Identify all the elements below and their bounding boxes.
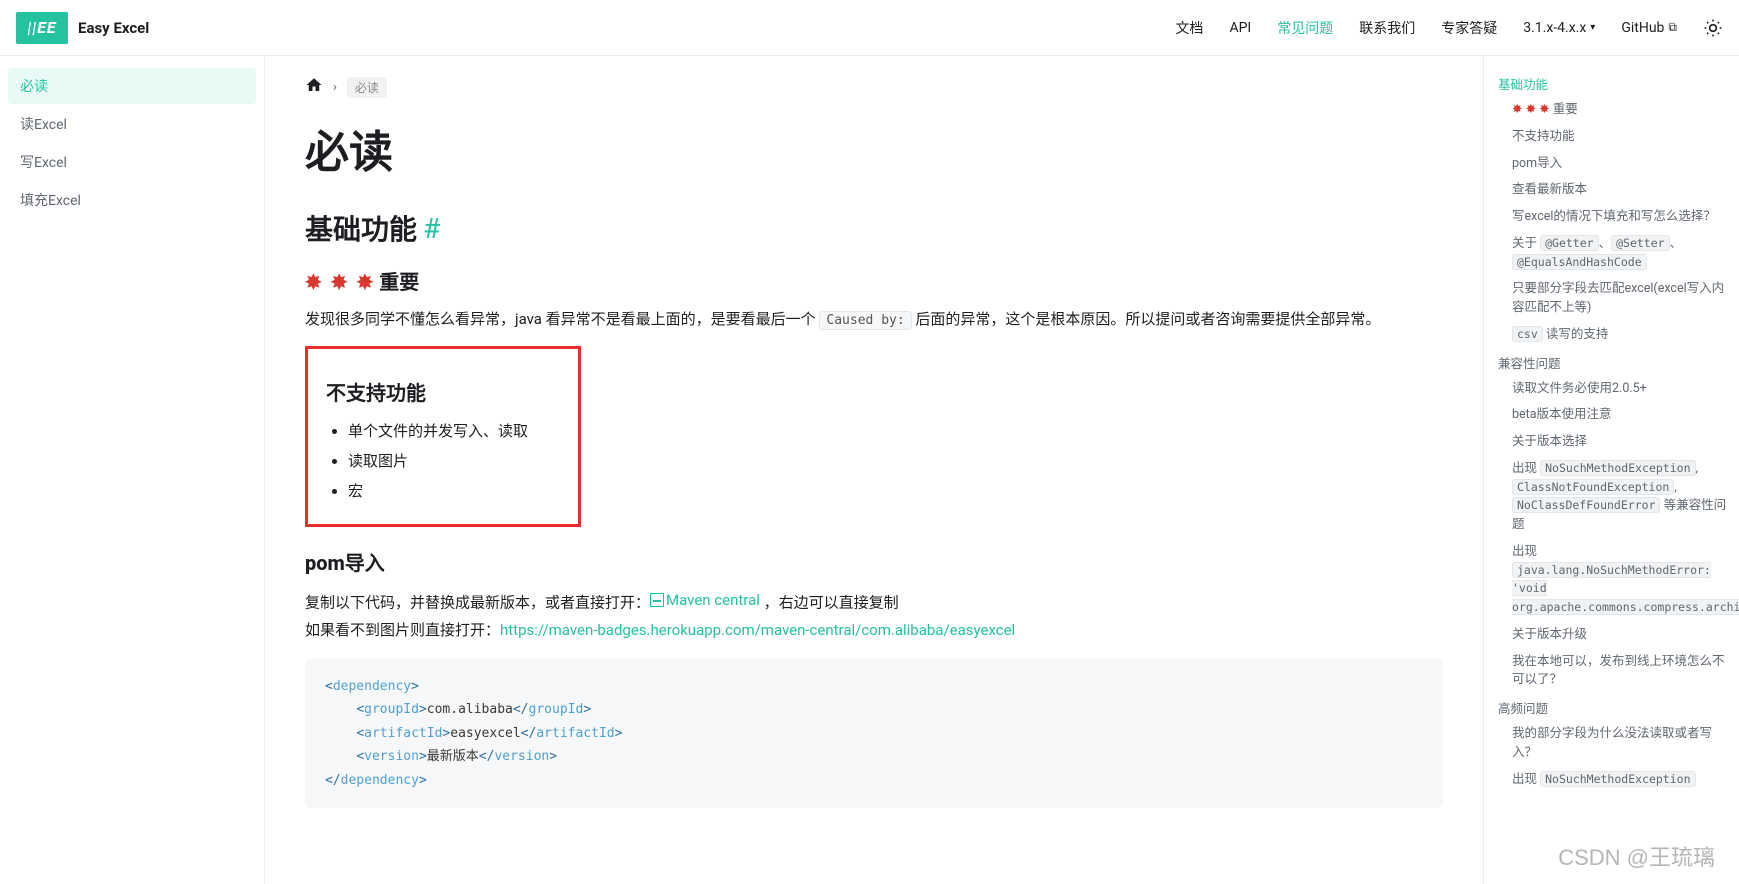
toc-heading[interactable]: 兼容性问题 bbox=[1498, 349, 1735, 376]
star-icons: ✸ ✸ ✸ bbox=[305, 270, 375, 294]
toc-item[interactable]: 出现 java.lang.NoSuchMethodError: 'void or… bbox=[1498, 539, 1735, 622]
navbar: ||EE Easy Excel 文档 API 常见问题 联系我们 专家答疑 3.… bbox=[0, 0, 1739, 56]
toc-item[interactable]: 写excel的情况下填充和写怎么选择？ bbox=[1498, 204, 1735, 231]
unsupported-list: 单个文件的并发写入、读取 读取图片 宏 bbox=[326, 416, 560, 506]
breadcrumb-sep: › bbox=[333, 80, 337, 95]
toc-item[interactable]: 出现 NoSuchMethodException, ClassNotFoundE… bbox=[1498, 456, 1735, 539]
nav-api[interactable]: API bbox=[1229, 20, 1251, 36]
toc-item[interactable]: 查看最新版本 bbox=[1498, 177, 1735, 204]
nav-version[interactable]: 3.1.x-4.x.x ▾ bbox=[1523, 20, 1595, 36]
toc-item[interactable]: pom导入 bbox=[1498, 151, 1735, 178]
home-icon[interactable] bbox=[305, 76, 323, 98]
sidebar-item-write[interactable]: 写Excel bbox=[8, 144, 256, 180]
brand[interactable]: ||EE Easy Excel bbox=[16, 12, 149, 44]
sidebar-item-fill[interactable]: 填充Excel bbox=[8, 182, 256, 218]
list-item: 读取图片 bbox=[348, 446, 560, 476]
code-caused-by: Caused by: bbox=[819, 311, 911, 330]
toc-item[interactable]: csv 读写的支持 bbox=[1498, 322, 1735, 349]
toc-item[interactable]: 不支持功能 bbox=[1498, 124, 1735, 151]
toc-item[interactable]: 读取文件务必使用2.0.5+ bbox=[1498, 376, 1735, 403]
para-pom-intro: 复制以下代码，并替换成最新版本，或者直接打开：Maven central ，右边… bbox=[305, 586, 1443, 645]
sidebar-item-required[interactable]: 必读 bbox=[8, 68, 256, 104]
maven-link[interactable]: https://maven-badges.herokuapp.com/maven… bbox=[500, 621, 1015, 639]
toc-item[interactable]: beta版本使用注意 bbox=[1498, 402, 1735, 429]
heading-unsupported: 不支持功能 bbox=[326, 377, 560, 406]
nav-contact[interactable]: 联系我们 bbox=[1359, 18, 1415, 38]
breadcrumb: › 必读 bbox=[305, 76, 1443, 98]
toc-item[interactable]: 我的部分字段为什么没法读取或者写入？ bbox=[1498, 721, 1735, 767]
table-of-contents: 基础功能 ✸ ✸ ✸ 重要 不支持功能 pom导入 查看最新版本 写excel的… bbox=[1483, 56, 1739, 884]
nav-github[interactable]: GitHub ⧉ bbox=[1621, 20, 1677, 36]
sidebar-item-read[interactable]: 读Excel bbox=[8, 106, 256, 142]
page-title: 必读 bbox=[305, 116, 1443, 180]
toc-heading[interactable]: 基础功能 bbox=[1498, 70, 1735, 97]
list-item: 单个文件的并发写入、读取 bbox=[348, 416, 560, 446]
code-block: <dependency> <groupId>com.alibaba</group… bbox=[305, 659, 1443, 808]
logo-icon: ||EE bbox=[16, 12, 68, 44]
external-link-icon: ⧉ bbox=[1668, 20, 1677, 35]
nav-faq[interactable]: 常见问题 bbox=[1277, 18, 1333, 38]
heading-important: ✸ ✸ ✸重要 bbox=[305, 266, 1443, 295]
para-exception: 发现很多同学不懂怎么看异常，java 看异常不是看最上面的，是要看最后一个 Ca… bbox=[305, 305, 1443, 334]
anchor-hash[interactable]: # bbox=[423, 212, 440, 245]
toc-item[interactable]: ✸ ✸ ✸ 重要 bbox=[1498, 97, 1735, 124]
breadcrumb-current: 必读 bbox=[347, 77, 387, 98]
heading-pom: pom导入 bbox=[305, 547, 1443, 576]
chevron-down-icon: ▾ bbox=[1590, 22, 1595, 33]
brand-name: Easy Excel bbox=[78, 19, 149, 37]
toc-item[interactable]: 只要部分字段去匹配excel(excel写入内容匹配不上等) bbox=[1498, 276, 1735, 322]
theme-toggle-icon[interactable] bbox=[1703, 18, 1723, 38]
nav-expert[interactable]: 专家答疑 bbox=[1441, 18, 1497, 38]
toc-item[interactable]: 关于版本选择 bbox=[1498, 429, 1735, 456]
toc-item[interactable]: 关于 @Getter、@Setter、@EqualsAndHashCode bbox=[1498, 231, 1735, 277]
heading-basic: 基础功能 # bbox=[305, 208, 1443, 248]
sidebar: 必读 读Excel 写Excel 填充Excel bbox=[0, 56, 265, 884]
toc-item[interactable]: 关于版本升级 bbox=[1498, 622, 1735, 649]
toc-heading[interactable]: 高频问题 bbox=[1498, 694, 1735, 721]
nav-right: 文档 API 常见问题 联系我们 专家答疑 3.1.x-4.x.x ▾ GitH… bbox=[1175, 18, 1723, 38]
list-item: 宏 bbox=[348, 476, 560, 506]
nav-docs[interactable]: 文档 bbox=[1175, 18, 1203, 38]
toc-item[interactable]: 出现 NoSuchMethodException bbox=[1498, 767, 1735, 794]
main-content: › 必读 必读 基础功能 # ✸ ✸ ✸重要 发现很多同学不懂怎么看异常，jav… bbox=[265, 56, 1483, 884]
broken-image-icon[interactable]: Maven central bbox=[650, 586, 760, 615]
unsupported-box: 不支持功能 单个文件的并发写入、读取 读取图片 宏 bbox=[305, 346, 581, 527]
toc-item[interactable]: 我在本地可以，发布到线上环境怎么不可以了？ bbox=[1498, 649, 1735, 695]
